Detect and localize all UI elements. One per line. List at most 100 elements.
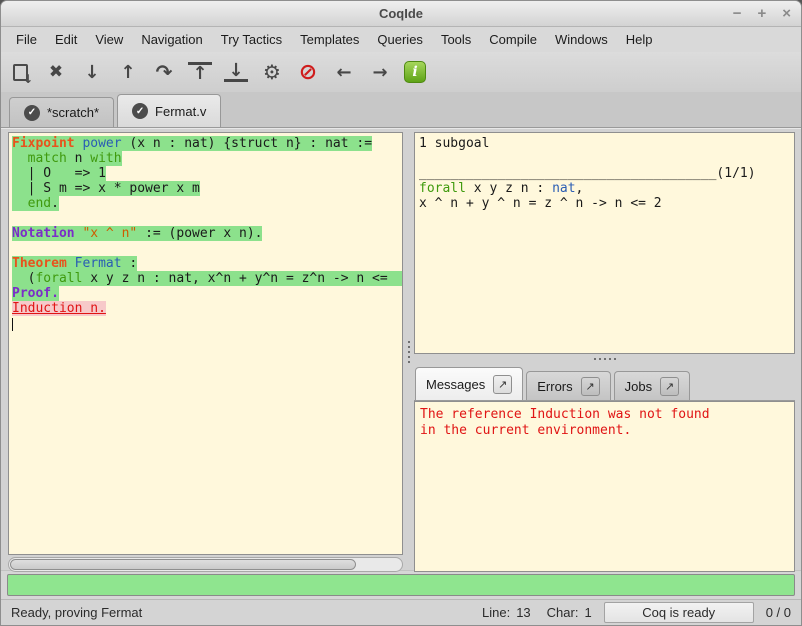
progress-zone xyxy=(1,570,801,599)
checkmark-icon: ✓ xyxy=(24,105,40,121)
close-button[interactable]: × xyxy=(782,6,791,21)
code-segment: Theorem xyxy=(12,256,67,271)
code-segment: x y z n : nat, x^n + y^n = z^n -> n <= xyxy=(82,271,387,286)
highlight-span: Proof. xyxy=(12,286,59,301)
code-segment: match xyxy=(28,151,67,166)
code-segment: forall xyxy=(419,181,466,196)
horizontal-splitter[interactable] xyxy=(414,354,795,364)
code-line: (forall x y z n : nat, x^n + y^n = z^n -… xyxy=(12,271,402,286)
detach-icon[interactable]: ↗ xyxy=(581,377,600,396)
grip-dot xyxy=(408,351,410,353)
titlebar[interactable]: CoqIde −+× xyxy=(1,1,801,27)
char-label: Char: xyxy=(547,605,579,620)
code-segment xyxy=(12,196,28,211)
line-label: Line: xyxy=(482,605,510,620)
code-segment: ______________________________________(1… xyxy=(419,166,756,181)
code-segment: : xyxy=(122,256,138,271)
highlight-span: Theorem Fermat : xyxy=(12,256,137,271)
horizontal-scrollbar[interactable] xyxy=(8,557,403,572)
grip-dot xyxy=(594,358,596,360)
code-segment: Induction n. xyxy=(12,301,106,316)
close-buffer-icon[interactable]: ✖ xyxy=(44,60,68,84)
fully-check-icon[interactable]: ⚙ xyxy=(260,60,284,84)
menu-item-try-tactics[interactable]: Try Tactics xyxy=(212,29,291,50)
menu-item-edit[interactable]: Edit xyxy=(46,29,86,50)
panel-tab-errors[interactable]: Errors↗ xyxy=(526,371,610,400)
menu-item-navigation[interactable]: Navigation xyxy=(132,29,211,50)
coq-state-text: Coq is ready xyxy=(642,605,715,620)
highlight-span: | S m => x * power x m xyxy=(12,181,200,196)
menu-item-templates[interactable]: Templates xyxy=(291,29,368,50)
panel-tab-messages[interactable]: Messages ↗ xyxy=(415,367,523,400)
vertical-splitter[interactable] xyxy=(403,132,414,572)
code-line: end. xyxy=(12,196,402,211)
highlight-span: Fixpoint power (x n : nat) {struct n} : … xyxy=(12,136,372,151)
window-controls: −+ × xyxy=(733,1,791,26)
code-line: Proof. xyxy=(12,286,402,301)
detach-icon[interactable]: ↗ xyxy=(493,375,512,394)
go-to-cursor-icon[interactable]: ↷ xyxy=(152,60,176,84)
tab-label: *scratch* xyxy=(47,105,99,120)
tab-fermatv[interactable]: ✓Fermat.v xyxy=(117,94,221,127)
code-line xyxy=(12,211,402,226)
grip-dot xyxy=(604,358,606,360)
script-editor[interactable]: Fixpoint power (x n : nat) {struct n} : … xyxy=(8,132,403,555)
menu-item-compile[interactable]: Compile xyxy=(480,29,546,50)
message-line: The reference Induction was not found xyxy=(420,407,794,423)
next-icon[interactable]: → xyxy=(368,60,392,84)
code-line: forall x y z n : nat, xyxy=(419,181,794,196)
minimize-button[interactable]: − xyxy=(733,6,742,21)
grip-dot xyxy=(408,361,410,363)
menu-item-view[interactable]: View xyxy=(86,29,132,50)
code-segment: Fermat xyxy=(75,256,122,271)
maximize-button[interactable]: + xyxy=(757,6,766,21)
menu-item-help[interactable]: Help xyxy=(617,29,662,50)
code-segment: Proof. xyxy=(12,286,59,301)
code-segment: power xyxy=(82,136,121,151)
code-line: match n with xyxy=(12,151,402,166)
panel-tab-jobs[interactable]: Jobs ↗ xyxy=(614,371,690,400)
progress-bar xyxy=(7,574,795,596)
script-pane: Fixpoint power (x n : nat) {struct n} : … xyxy=(8,132,403,572)
goals-pane[interactable]: 1 subgoal _______________________________… xyxy=(414,132,795,354)
detach-icon[interactable]: ↗ xyxy=(660,377,679,396)
about-icon[interactable]: i xyxy=(404,61,426,83)
save-icon[interactable] xyxy=(13,64,28,81)
panel-tab-label: Jobs xyxy=(625,379,652,394)
coqide-window: CoqIde −+× FileEditViewNavigationTry Tac… xyxy=(0,0,802,626)
highlight-span: Induction n. xyxy=(12,301,106,316)
message-line: in the current environment. xyxy=(420,423,794,439)
step-backward-icon[interactable]: ↑ xyxy=(116,60,140,84)
code-segment: x y z n : xyxy=(466,181,552,196)
highlight-span: (forall x y z n : nat, x^n + y^n = z^n -… xyxy=(12,271,402,286)
code-line: 1 subgoal xyxy=(419,136,794,151)
tab-scratch[interactable]: ✓ *scratch* xyxy=(9,97,114,127)
code-segment: Fixpoint xyxy=(12,136,75,151)
previous-icon[interactable]: ← xyxy=(332,60,356,84)
code-segment: x ^ n + y ^ n = z ^ n -> n <= 2 xyxy=(419,196,662,211)
code-segment: n xyxy=(67,151,90,166)
menu-item-file[interactable]: File xyxy=(7,29,46,50)
code-line: Fixpoint power (x n : nat) {struct n} : … xyxy=(12,136,402,151)
tab-label: Fermat.v xyxy=(155,104,206,119)
grip-dot xyxy=(599,358,601,360)
code-segment: 1 subgoal xyxy=(419,136,489,151)
code-segment: end xyxy=(28,196,51,211)
code-segment: nat xyxy=(552,181,575,196)
menu-item-windows[interactable]: Windows xyxy=(546,29,617,50)
restart-icon[interactable]: ↑ xyxy=(188,62,212,82)
step-forward-icon[interactable]: ↓ xyxy=(80,60,104,84)
text-cursor xyxy=(12,318,13,331)
go-to-end-icon[interactable]: ↓ xyxy=(224,62,248,82)
menu-item-queries[interactable]: Queries xyxy=(368,29,432,50)
menubar: FileEditViewNavigationTry TacticsTemplat… xyxy=(1,27,801,52)
statusbar: Ready, proving Fermat Line: 13 Char: 1 C… xyxy=(1,599,801,625)
grip-dot xyxy=(408,346,410,348)
menu-item-tools[interactable]: Tools xyxy=(432,29,480,50)
highlight-span: Notation "x ^ n" := (power x n). xyxy=(12,226,262,241)
panel-tab-label: Messages xyxy=(426,377,485,392)
interrupt-icon[interactable]: ⊘ xyxy=(296,60,320,84)
scrollbar-thumb[interactable] xyxy=(10,559,356,570)
messages-pane[interactable]: The reference Induction was not foundin … xyxy=(414,401,795,572)
code-line: x ^ n + y ^ n = z ^ n -> n <= 2 xyxy=(419,196,794,211)
